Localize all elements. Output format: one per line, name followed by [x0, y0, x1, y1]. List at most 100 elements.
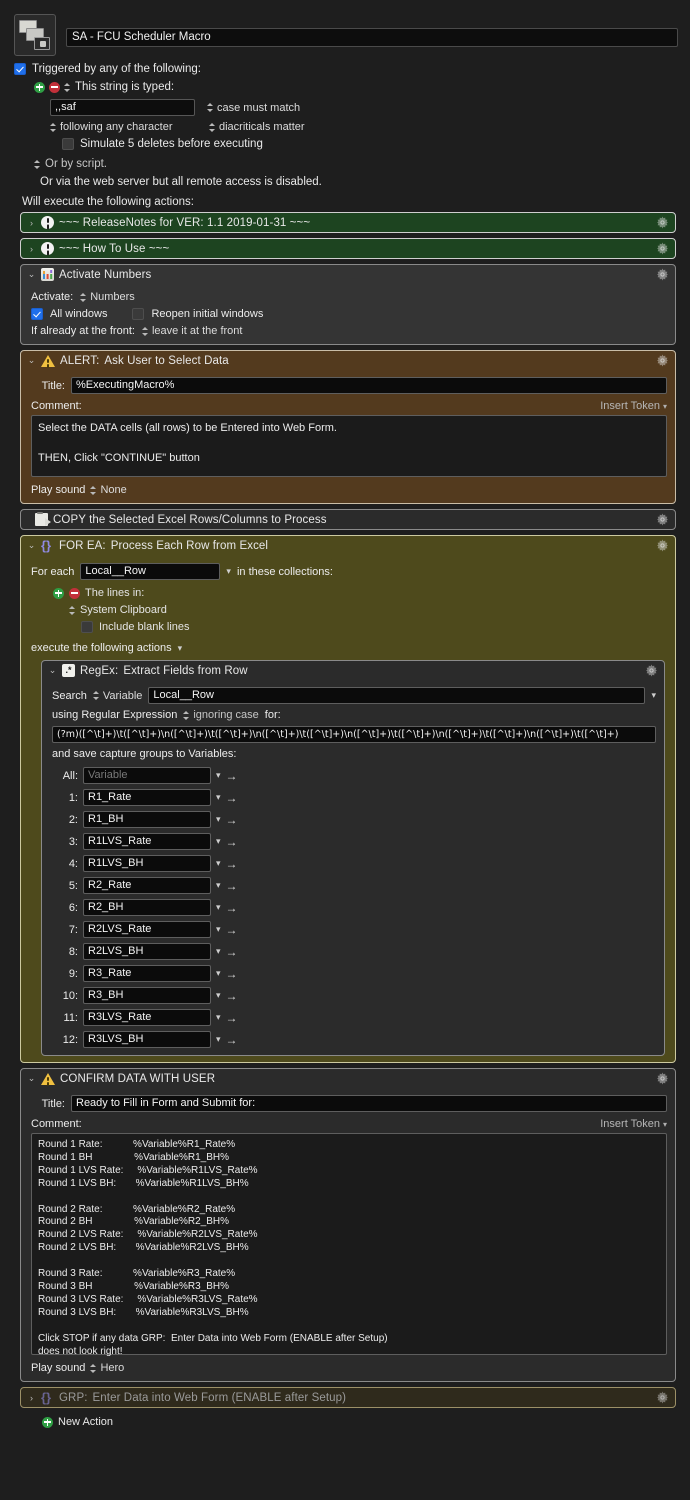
goto-variable-icon[interactable]: → — [226, 901, 238, 915]
chevron-down-icon[interactable]: ▾ — [216, 880, 221, 891]
regex-case-popup[interactable]: ignoring case — [183, 709, 259, 721]
action-how-to-use[interactable]: › ~~~ How To Use ~~~ — [20, 238, 676, 259]
disclosure-triangle-icon[interactable]: › — [27, 244, 36, 254]
activate-target-popup[interactable]: Numbers — [80, 291, 135, 303]
disclosure-triangle-icon[interactable]: ⌄ — [48, 665, 57, 676]
play-sound-popup[interactable]: Hero — [90, 1362, 124, 1374]
insert-token-button[interactable]: Insert Token ▾ — [600, 1118, 667, 1130]
goto-variable-icon[interactable]: → — [226, 1033, 238, 1047]
action-group-web-form[interactable]: › {} GRP: Enter Data into Web Form (ENAB… — [20, 1387, 676, 1408]
confirm-comment-textarea[interactable]: Round 1 Rate: %Variable%R1_Rate% Round 1… — [31, 1133, 667, 1357]
chevron-down-icon[interactable]: ▾ — [178, 643, 183, 654]
chevron-down-icon[interactable]: ▾ — [216, 836, 221, 847]
disclosure-triangle-icon[interactable]: ⌄ — [27, 540, 36, 551]
gear-icon[interactable] — [656, 539, 669, 552]
search-source-popup[interactable]: Variable — [92, 690, 142, 702]
for-each-variable-input[interactable]: Local__Row — [80, 563, 221, 580]
disclosure-triangle-icon[interactable]: ⌄ — [27, 269, 36, 280]
diacriticals-popup[interactable]: diacriticals matter — [209, 121, 305, 133]
gear-icon[interactable] — [645, 664, 658, 677]
chevron-down-icon[interactable]: ▾ — [216, 946, 221, 957]
chevron-down-icon[interactable]: ▾ — [216, 1034, 221, 1045]
disclosure-triangle-icon[interactable]: ⌄ — [27, 1073, 36, 1084]
simulate-deletes-checkbox[interactable] — [62, 138, 74, 150]
gear-icon[interactable] — [656, 242, 669, 255]
gear-icon[interactable] — [656, 354, 669, 367]
goto-variable-icon[interactable]: → — [226, 989, 238, 1003]
macro-name-input[interactable]: SA - FCU Scheduler Macro — [66, 28, 678, 47]
goto-variable-icon[interactable]: → — [226, 791, 238, 805]
all-windows-checkbox[interactable] — [31, 308, 43, 320]
capture-variable-input[interactable]: R2LVS_BH — [83, 943, 211, 960]
capture-variable-input[interactable]: R1LVS_Rate — [83, 833, 211, 850]
chevron-down-icon[interactable]: ▾ — [216, 924, 221, 935]
add-collection-icon[interactable] — [53, 587, 64, 599]
typed-string-input[interactable]: ,,saf — [50, 99, 195, 116]
chevron-down-icon[interactable]: ▾ — [216, 858, 221, 869]
capture-variable-input[interactable]: R2_BH — [83, 899, 211, 916]
chevron-down-icon[interactable]: ▾ — [651, 690, 656, 701]
chevron-down-icon[interactable]: ▾ — [226, 566, 231, 577]
action-release-notes[interactable]: › ~~~ ReleaseNotes for VER: 1.1 2019-01-… — [20, 212, 676, 233]
alert-comment-textarea[interactable]: Select the DATA cells (all rows) to be E… — [31, 415, 667, 477]
disclosure-triangle-icon[interactable]: › — [27, 1393, 36, 1403]
chevron-down-icon[interactable]: ▾ — [216, 792, 221, 803]
action-copy-excel-rows[interactable]: COPY the Selected Excel Rows/Columns to … — [20, 509, 676, 530]
trigger-type-stepper-icon[interactable] — [64, 82, 71, 93]
goto-variable-icon[interactable]: → — [226, 1011, 238, 1025]
add-trigger-icon[interactable] — [34, 81, 45, 93]
confirm-title-input[interactable]: Ready to Fill in Form and Submit for: — [71, 1095, 667, 1112]
chevron-down-icon[interactable]: ▾ — [216, 814, 221, 825]
play-sound-popup[interactable]: None — [90, 484, 127, 496]
capture-variable-input[interactable]: R3_BH — [83, 987, 211, 1004]
goto-variable-icon[interactable]: → — [226, 967, 238, 981]
gear-icon[interactable] — [656, 1072, 669, 1085]
capture-variable-input[interactable]: R3LVS_Rate — [83, 1009, 211, 1026]
action-alert[interactable]: ⌄ ALERT: Ask User to Select Data Title: … — [20, 350, 676, 504]
chevron-down-icon[interactable]: ▾ — [216, 770, 221, 781]
following-character-popup[interactable]: following any character — [50, 121, 195, 133]
chevron-down-icon[interactable]: ▾ — [216, 990, 221, 1001]
chevron-down-icon[interactable]: ▾ — [216, 1012, 221, 1023]
capture-variable-input[interactable]: R3LVS_BH — [83, 1031, 211, 1048]
goto-variable-icon[interactable]: → — [226, 769, 238, 783]
search-variable-input[interactable]: Local__Row — [148, 687, 646, 704]
action-for-each[interactable]: ⌄ {} FOR EA: Process Each Row from Excel… — [20, 535, 676, 1063]
new-action-button[interactable]: New Action — [20, 1413, 676, 1428]
action-regex-extract[interactable]: ⌄ .* RegEx: Extract Fields from Row Sear… — [41, 660, 665, 1056]
action-activate-numbers[interactable]: ⌄ Activate Numbers Activate: Numbers All… — [20, 264, 676, 345]
disclosure-triangle-icon[interactable]: ⌄ — [27, 355, 36, 366]
action-confirm-data[interactable]: ⌄ CONFIRM DATA WITH USER Title: Ready to… — [20, 1068, 676, 1382]
disclosure-triangle-icon[interactable]: › — [27, 218, 36, 228]
front-behavior-popup[interactable]: leave it at the front — [141, 325, 242, 337]
capture-variable-input[interactable]: R2LVS_Rate — [83, 921, 211, 938]
capture-variable-input[interactable]: R1_BH — [83, 811, 211, 828]
gear-icon[interactable] — [656, 216, 669, 229]
goto-variable-icon[interactable]: → — [226, 813, 238, 827]
regex-pattern-input[interactable]: (?m)([^\t]+)\t([^\t]+)\n([^\t]+)\t([^\t]… — [52, 726, 656, 743]
alert-title-input[interactable]: %ExecutingMacro% — [71, 377, 667, 394]
gear-icon[interactable] — [656, 513, 669, 526]
include-blank-lines-checkbox[interactable] — [81, 621, 93, 633]
or-by-script-row[interactable]: Or by script. — [14, 158, 690, 170]
goto-variable-icon[interactable]: → — [226, 835, 238, 849]
remove-trigger-icon[interactable] — [49, 81, 60, 93]
capture-variable-input[interactable]: Variable — [83, 767, 211, 784]
capture-variable-input[interactable]: R2_Rate — [83, 877, 211, 894]
chevron-down-icon[interactable]: ▾ — [216, 902, 221, 913]
capture-variable-input[interactable]: R1LVS_BH — [83, 855, 211, 872]
goto-variable-icon[interactable]: → — [226, 879, 238, 893]
capture-variable-input[interactable]: R1_Rate — [83, 789, 211, 806]
gear-icon[interactable] — [656, 1391, 669, 1404]
reopen-windows-checkbox[interactable] — [132, 308, 145, 320]
remove-collection-icon[interactable] — [69, 587, 80, 599]
goto-variable-icon[interactable]: → — [226, 857, 238, 871]
goto-variable-icon[interactable]: → — [226, 923, 238, 937]
collection-source-row[interactable]: System Clipboard — [31, 604, 667, 616]
execute-actions-row[interactable]: execute the following actions ▾ — [31, 642, 667, 654]
goto-variable-icon[interactable]: → — [226, 945, 238, 959]
case-match-popup[interactable]: case must match — [207, 102, 300, 114]
capture-variable-input[interactable]: R3_Rate — [83, 965, 211, 982]
insert-token-button[interactable]: Insert Token ▾ — [600, 400, 667, 412]
trigger-enabled-checkbox[interactable] — [14, 63, 26, 75]
